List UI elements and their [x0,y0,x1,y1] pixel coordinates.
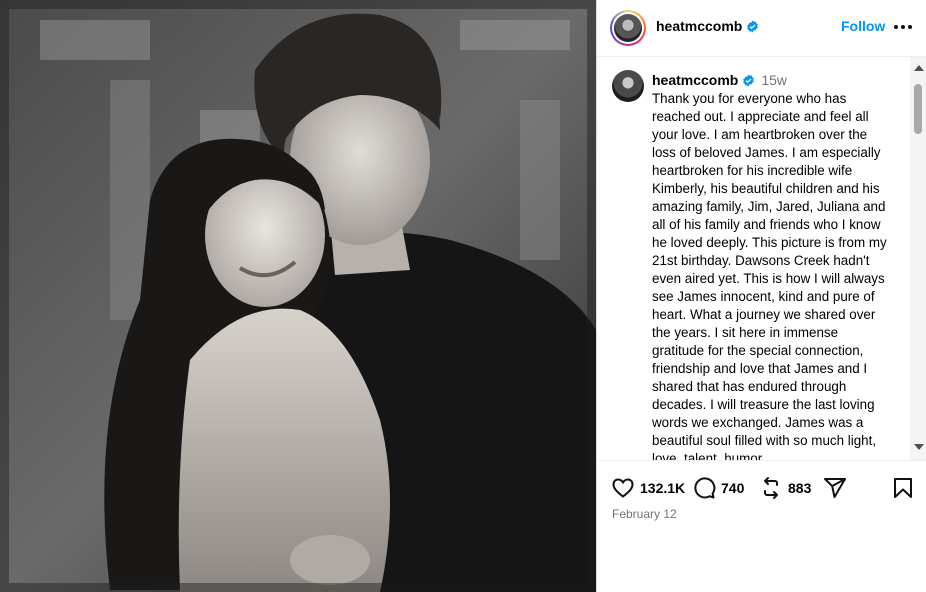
caption-username[interactable]: heatmccomb [652,72,738,88]
header-username[interactable]: heatmccomb [656,18,759,34]
verified-badge-icon [743,74,755,87]
scrollbar-thumb[interactable] [914,84,922,134]
action-bar: 132.1K 740 883 [597,468,926,508]
post-photo-image [0,0,596,592]
comment-count[interactable]: 740 [721,480,744,496]
actions-divider [597,460,926,461]
repost-action[interactable]: 883 [759,476,811,500]
post-date[interactable]: February 12 [612,507,677,521]
comment-icon[interactable] [692,476,716,500]
share-action[interactable] [823,476,847,500]
post-header: heatmccomb Follow [597,0,926,56]
header-username-text[interactable]: heatmccomb [656,18,742,34]
bookmark-icon[interactable] [891,476,915,500]
caption-scrollbar[interactable] [910,57,926,460]
follow-button[interactable]: Follow [841,18,885,34]
share-icon[interactable] [823,476,847,500]
avatar-icon[interactable] [610,10,646,46]
like-count[interactable]: 132.1K [640,480,685,496]
repost-icon[interactable] [759,476,783,500]
caption-avatar-icon[interactable] [612,70,644,102]
caption-text: Thank you for everyone who has reached o… [652,91,887,460]
repost-count[interactable]: 883 [788,480,811,496]
more-options-icon[interactable] [894,20,912,34]
verified-badge-icon [747,20,759,33]
caption-header: heatmccomb 15w [652,71,787,89]
like-action[interactable]: 132.1K [611,476,685,500]
scroll-up-arrow-icon[interactable] [914,65,924,71]
comment-action[interactable]: 740 [692,476,744,500]
post-side-panel: heatmccomb Follow heatmccomb 15w Thank yo… [597,0,926,592]
heart-icon[interactable] [611,476,635,500]
caption-timestamp[interactable]: 15w [761,72,787,88]
caption-section: heatmccomb 15w Thank you for everyone who… [597,57,910,460]
post-photo[interactable] [0,0,596,592]
save-action[interactable] [891,476,915,500]
scroll-down-arrow-icon[interactable] [914,444,924,450]
